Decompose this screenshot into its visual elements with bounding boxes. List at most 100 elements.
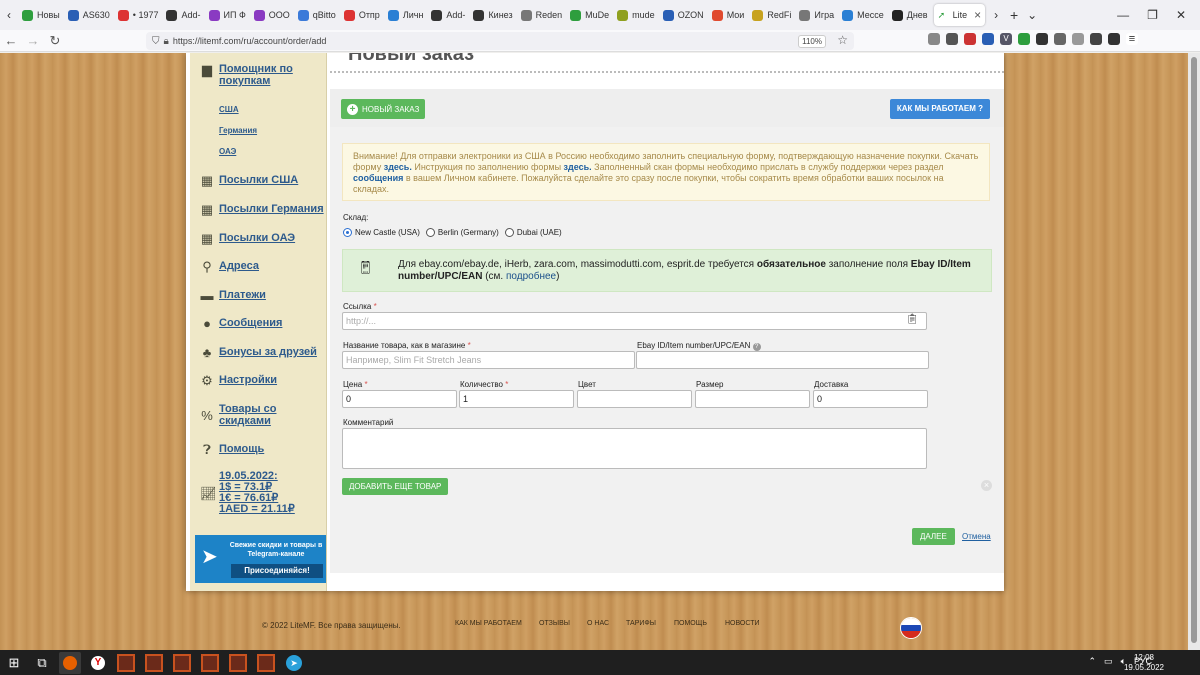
help-icon[interactable]: ? xyxy=(752,343,761,351)
tab-active[interactable]: ➚ Lite × xyxy=(933,4,986,26)
browser-tab[interactable]: Reden xyxy=(517,4,567,26)
footer-link-how[interactable]: КАК МЫ РАБОТАЕМ xyxy=(455,620,522,627)
extension-light-icon[interactable] xyxy=(1072,33,1084,45)
radio-icon[interactable] xyxy=(504,228,514,237)
browser-tab[interactable]: • 1977 xyxy=(114,4,163,26)
extension-shield-icon[interactable] xyxy=(1090,33,1102,45)
bookmark-star-icon[interactable]: ☆ xyxy=(837,33,848,47)
footer-link-help[interactable]: ПОМОЩЬ xyxy=(674,620,707,627)
address-bar[interactable]: ⛉ 🔒︎ https://litemf.com/ru/account/order… xyxy=(146,32,854,50)
back-icon[interactable]: ← xyxy=(0,33,22,48)
extension-blue-icon[interactable] xyxy=(982,33,994,45)
color-input[interactable] xyxy=(577,390,692,408)
new-tab-icon[interactable]: + xyxy=(1005,7,1023,23)
clock[interactable]: 12:08 19.05.2022 xyxy=(1124,653,1164,673)
browser-tab[interactable]: Новы xyxy=(18,4,64,26)
page-scrollbar[interactable] xyxy=(1188,53,1200,650)
tray-expand-icon[interactable]: ⌃ xyxy=(1089,656,1097,667)
sidebar-sublink-usa[interactable]: США xyxy=(219,105,239,114)
browser-tab[interactable]: Мои xyxy=(708,4,749,26)
cancel-link[interactable]: Отмена xyxy=(962,532,991,541)
footer-link-tariffs[interactable]: ТАРИФЫ xyxy=(626,620,656,627)
firefox-icon[interactable] xyxy=(59,651,81,674)
browser-tab[interactable]: ООО xyxy=(250,4,294,26)
radio-selected-icon[interactable] xyxy=(343,228,352,237)
delivery-input[interactable]: 0 xyxy=(813,390,928,408)
browser-tab[interactable]: mude xyxy=(613,4,659,26)
tab-scroll-right-icon[interactable]: › xyxy=(987,8,1005,22)
sidebar-sublink-germany[interactable]: Германия xyxy=(219,126,257,135)
footer-link-reviews[interactable]: ОТЗЫВЫ xyxy=(539,620,570,627)
windows-start-icon[interactable]: ⊞ xyxy=(3,652,25,674)
sidebar-sublink-uae[interactable]: ОАЭ xyxy=(219,147,236,156)
yandex-browser-icon[interactable]: Y xyxy=(87,652,109,674)
lock-icon[interactable]: 🔒︎ xyxy=(164,36,169,47)
tab-list-icon[interactable]: ⌄ xyxy=(1023,8,1041,22)
russian-flag-icon[interactable] xyxy=(900,617,922,639)
ebay-id-input[interactable] xyxy=(636,351,929,369)
shield-icon[interactable]: ⛉ xyxy=(152,36,160,47)
quantity-input[interactable]: 1 xyxy=(459,390,574,408)
browser-tab[interactable]: Add- xyxy=(427,4,469,26)
extension-green-icon[interactable] xyxy=(1018,33,1030,45)
zoom-level[interactable]: 110% xyxy=(798,35,826,48)
task-view-icon[interactable]: ⧉ xyxy=(31,652,53,674)
reload-icon[interactable]: ↻ xyxy=(44,33,66,49)
sidebar-item-assistant[interactable]: ▆ Помощник по покупкам xyxy=(200,63,304,88)
price-input[interactable]: 0 xyxy=(342,390,457,408)
remove-item-icon[interactable]: × xyxy=(981,480,992,491)
scrollbar-thumb[interactable] xyxy=(1191,57,1197,643)
download-form-link[interactable]: здесь. xyxy=(384,162,412,172)
sidebar-item-messages[interactable]: ● Сообщения xyxy=(200,317,282,331)
browser-tab[interactable]: qBitto xyxy=(294,4,340,26)
sidebar-item-parcels-germany[interactable]: ▦ Посылки Германия xyxy=(200,203,324,217)
app-icon[interactable] xyxy=(199,652,221,674)
telegram-join-button[interactable]: Присоединяйся! xyxy=(231,564,323,578)
warehouse-option-germany[interactable]: Berlin (Germany) xyxy=(425,228,499,237)
close-window-icon[interactable]: ✕ xyxy=(1176,8,1186,22)
app-icon[interactable] xyxy=(255,652,277,674)
how-we-work-button[interactable]: КАК МЫ РАБОТАЕМ ? xyxy=(889,99,990,119)
browser-tab[interactable]: Кинез xyxy=(469,4,516,26)
browser-tab[interactable]: AS630 xyxy=(64,4,114,26)
sidebar-item-parcels-uae[interactable]: ▦ Посылки ОАЭ xyxy=(200,232,295,246)
browser-tab[interactable]: Игра xyxy=(795,4,838,26)
new-order-button[interactable]: + НОВЫЙ ЗАКАЗ xyxy=(341,99,426,119)
browser-tab[interactable]: Отпр xyxy=(340,4,384,26)
comment-textarea[interactable] xyxy=(342,428,927,469)
minimize-icon[interactable]: — xyxy=(1117,8,1129,22)
browser-tab[interactable]: Личн xyxy=(384,4,428,26)
forward-icon[interactable]: → xyxy=(22,33,44,48)
close-tab-icon[interactable]: × xyxy=(974,8,981,22)
warehouse-option-usa[interactable]: New Castle (USA) xyxy=(343,228,420,237)
app-icon[interactable] xyxy=(115,652,137,674)
extension-red-icon[interactable] xyxy=(964,33,976,45)
app-icon[interactable] xyxy=(143,652,165,674)
app-icon[interactable] xyxy=(227,652,249,674)
menu-icon[interactable]: ≡ xyxy=(1126,33,1138,45)
size-input[interactable] xyxy=(695,390,810,408)
browser-tab[interactable]: ИП Ф xyxy=(205,4,250,26)
sidebar-item-parcels-usa[interactable]: ▦ Посылки США xyxy=(200,174,298,188)
telegram-icon[interactable]: ➤ xyxy=(283,652,305,674)
sidebar-item-bonuses[interactable]: ♣ Бонусы за друзей xyxy=(200,346,317,360)
sidebar-item-addresses[interactable]: ⚲ Адреса xyxy=(200,260,259,274)
extension-dark-icon[interactable] xyxy=(1036,33,1048,45)
download-icon[interactable] xyxy=(946,33,958,45)
link-input[interactable]: http://... xyxy=(342,312,927,330)
footer-link-about[interactable]: О НАС xyxy=(587,620,609,627)
tab-scroll-left-icon[interactable]: ‹ xyxy=(0,8,18,22)
app-icon[interactable] xyxy=(171,652,193,674)
footer-link-news[interactable]: НОВОСТИ xyxy=(725,620,760,627)
warehouse-option-uae[interactable]: Dubai (UAE) xyxy=(504,228,562,237)
telegram-banner[interactable]: ➤ Свежие скидки и товары в Telegram-кана… xyxy=(195,535,326,583)
browser-tab[interactable]: Днев xyxy=(888,4,932,26)
sidebar-item-help[interactable]: ❓︎ Помощь xyxy=(200,443,264,457)
exchange-rates[interactable]: 📈︎ 19.05.2022: 1$ = 73.1₽ 1€ = 76.61₽ 1A… xyxy=(200,471,295,515)
browser-tab[interactable]: OZON xyxy=(659,4,708,26)
clipboard-icon[interactable]: 📋︎ xyxy=(906,314,919,325)
maximize-icon[interactable]: ❐ xyxy=(1147,8,1158,22)
browser-tab[interactable]: MuDe xyxy=(566,4,613,26)
messages-link[interactable]: сообщения xyxy=(353,173,403,183)
instruction-link[interactable]: здесь. xyxy=(564,162,592,172)
